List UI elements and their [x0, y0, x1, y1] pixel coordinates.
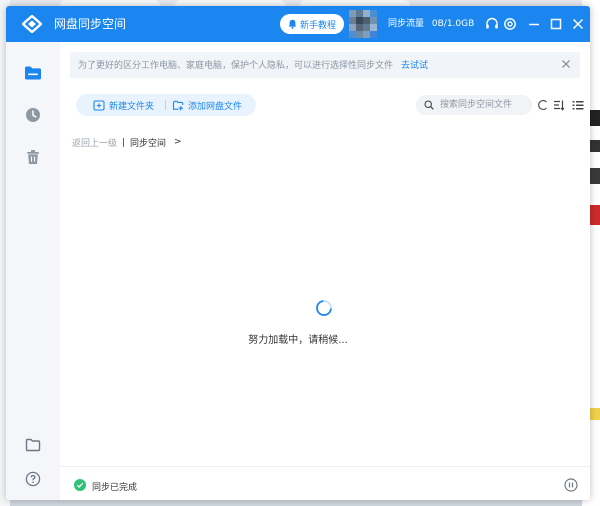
add-cloud-file-button[interactable]: 添加网盘文件 [172, 98, 242, 112]
tutorial-button[interactable]: 新手教程 [280, 14, 344, 34]
close-icon[interactable] [570, 16, 586, 32]
new-folder-button[interactable]: 新建文件夹 [93, 98, 154, 112]
breadcrumb: 返回上一级 同步空间 > [72, 136, 182, 149]
breadcrumb-current[interactable]: 同步空间 [130, 136, 166, 149]
sidebar-help[interactable] [22, 468, 44, 490]
sort-icon[interactable] [553, 99, 565, 111]
trash-icon [27, 150, 39, 164]
breadcrumb-back-link[interactable]: 返回上一级 [72, 136, 117, 149]
sidebar [6, 42, 60, 500]
minimize-icon[interactable] [526, 16, 542, 32]
clock-icon [26, 108, 40, 122]
file-actions: 新建文件夹 添加网盘文件 [76, 94, 256, 116]
sync-status-text: 同步已完成 [92, 483, 138, 493]
loading-spinner-icon [316, 300, 332, 316]
loading-text: 努力加载中，请稍候... [248, 335, 348, 346]
banner-close-icon[interactable] [560, 58, 572, 70]
sidebar-item-files[interactable] [22, 62, 44, 84]
tutorial-button-label: 新手教程 [299, 20, 336, 31]
pause-icon[interactable] [564, 478, 578, 492]
refresh-icon[interactable] [537, 99, 549, 111]
search-icon [424, 100, 434, 110]
list-view-icon[interactable] [572, 99, 584, 111]
banner-text: 为了更好的区分工作电脑、家庭电脑，保护个人隐私，可以进行选择性同步文件 [78, 61, 394, 71]
action-divider [165, 100, 166, 110]
folder-icon [25, 66, 41, 80]
gear-icon[interactable] [502, 16, 518, 32]
sidebar-item-recent[interactable] [22, 104, 44, 126]
help-icon [25, 471, 41, 487]
sync-traffic-label: 同步流量 [388, 19, 425, 29]
app-logo-icon [22, 15, 42, 33]
new-folder-label: 新建文件夹 [109, 101, 155, 112]
status-bar: 同步已完成 [60, 466, 590, 500]
sync-traffic: 同步流量 0B/1.0GB [388, 18, 474, 30]
new-folder-icon [93, 99, 105, 111]
bell-icon [288, 19, 297, 29]
add-cloud-file-label: 添加网盘文件 [188, 101, 243, 112]
check-circle-icon [74, 479, 86, 491]
breadcrumb-chevron-icon: > [174, 137, 182, 147]
sidebar-open-folder[interactable] [22, 434, 44, 456]
breadcrumb-divider [123, 137, 125, 147]
sync-space-window: 网盘同步空间 新手教程 同步流量 0B/1.0GB 为了更好的区分工作电脑、家庭… [6, 6, 590, 500]
maximize-icon[interactable] [548, 16, 564, 32]
banner-try-link[interactable]: 去试试 [401, 58, 428, 71]
sidebar-item-trash[interactable] [22, 146, 44, 168]
avatar[interactable] [349, 10, 377, 38]
app-title: 网盘同步空间 [54, 17, 127, 31]
headset-icon[interactable] [484, 16, 500, 32]
search-box [416, 95, 532, 115]
selective-sync-banner: 为了更好的区分工作电脑、家庭电脑，保护个人隐私，可以进行选择性同步文件 去试试 [70, 52, 580, 78]
search-input[interactable] [440, 98, 526, 112]
sync-traffic-value: 0B/1.0GB [431, 19, 475, 29]
title-bar[interactable]: 网盘同步空间 新手教程 同步流量 0B/1.0GB [6, 6, 590, 42]
folder-outline-icon [25, 438, 41, 452]
cloud-upload-icon [172, 100, 184, 110]
